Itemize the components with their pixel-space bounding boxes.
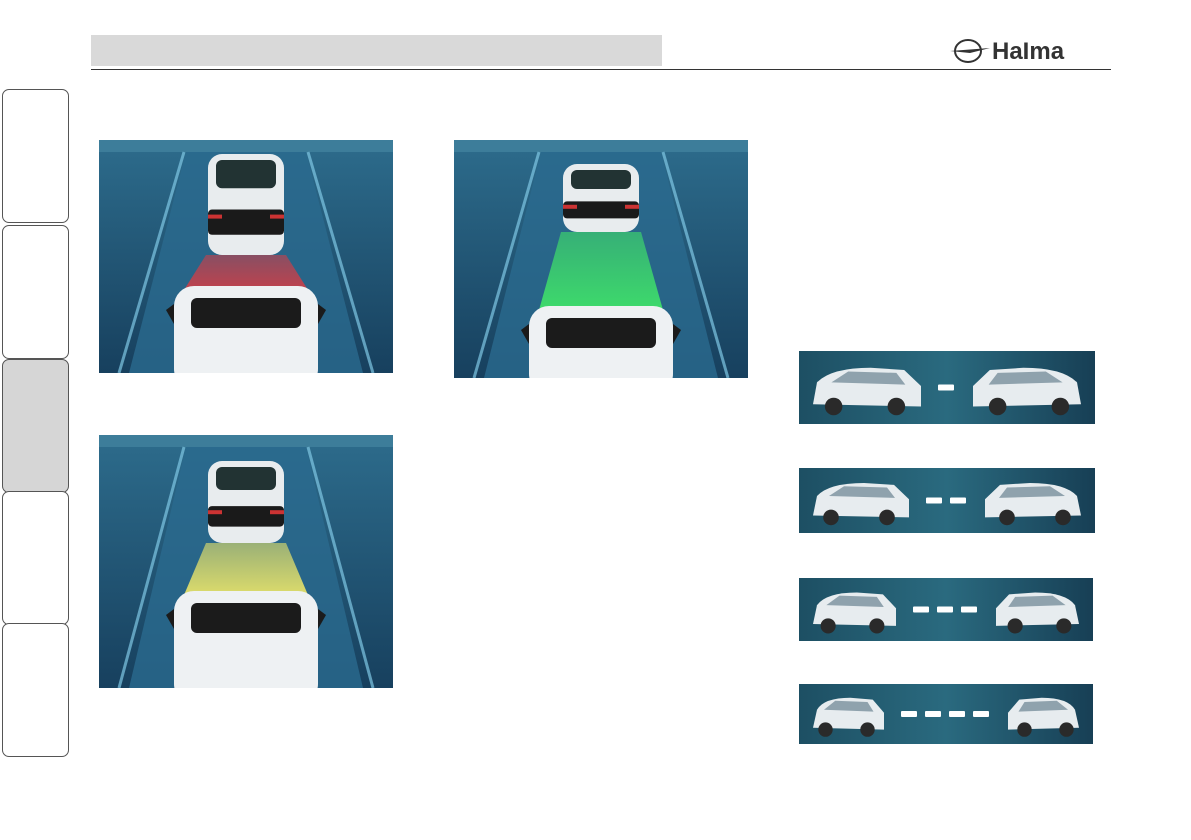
header-divider <box>91 69 1111 70</box>
distance-bar <box>913 606 929 613</box>
distance-bar <box>961 606 977 613</box>
haima-swallow-logo-icon <box>950 39 990 63</box>
distance-setting-4-figure <box>799 684 1093 744</box>
following-distance-far-figure <box>454 140 748 378</box>
ego-car-icon <box>521 306 681 378</box>
distance-bar <box>949 711 965 717</box>
following-distance-medium-figure <box>99 435 393 688</box>
brand-wordmark: HaIma <box>992 38 1065 65</box>
side-tab-2[interactable] <box>2 225 69 359</box>
distance-setting-1-figure <box>799 351 1095 424</box>
side-tab-3[interactable] <box>2 359 69 493</box>
following-distance-close-figure <box>99 140 393 373</box>
ego-car-icon <box>166 286 326 373</box>
side-tab-1[interactable] <box>2 89 69 223</box>
side-tab-4[interactable] <box>2 491 69 625</box>
distance-bar <box>925 711 941 717</box>
distance-bar <box>973 711 989 717</box>
header-bar <box>91 35 662 66</box>
ego-car-icon <box>166 591 326 688</box>
distance-setting-2-figure <box>799 468 1095 533</box>
lead-car-icon <box>208 154 284 255</box>
distance-bar <box>901 711 917 717</box>
brand-logo: HaIma <box>950 36 1112 66</box>
distance-bar <box>937 606 953 613</box>
distance-bar <box>938 384 954 391</box>
distance-setting-3-figure <box>799 578 1093 641</box>
side-tab-5[interactable] <box>2 623 69 757</box>
lead-car-icon <box>208 461 284 543</box>
distance-bar <box>926 497 942 504</box>
distance-bar <box>950 497 966 504</box>
lead-car-icon <box>563 164 639 232</box>
